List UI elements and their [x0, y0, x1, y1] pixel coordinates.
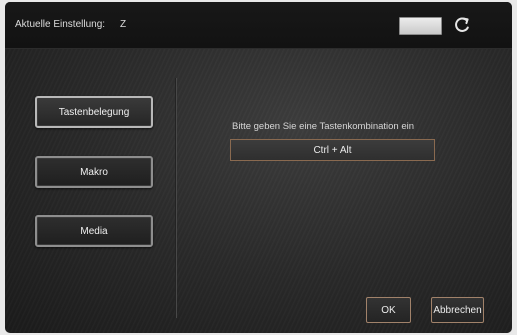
nav-button-label: Media [80, 225, 108, 237]
current-setting-value: Z [120, 19, 127, 30]
cancel-button-label: Abbrechen [433, 304, 482, 316]
refresh-icon[interactable] [452, 15, 472, 35]
nav-button-makro[interactable]: Makro [35, 156, 153, 188]
vertical-divider [175, 78, 177, 318]
nav-button-media[interactable]: Media [35, 215, 153, 247]
settings-window: Aktuelle Einstellung: Z Tastenbelegung M… [5, 2, 512, 333]
setting-indicator-box [399, 17, 442, 35]
current-setting-label: Aktuelle Einstellung: [15, 19, 106, 30]
key-combination-value: Ctrl + Alt [313, 144, 352, 156]
key-combination-field[interactable]: Ctrl + Alt [230, 139, 435, 161]
nav-button-label: Tastenbelegung [58, 106, 130, 118]
cancel-button[interactable]: Abbrechen [431, 297, 484, 323]
header-bar: Aktuelle Einstellung: Z [5, 2, 512, 49]
key-combination-prompt: Bitte geben Sie eine Tastenkombination e… [232, 121, 415, 132]
ok-button-label: OK [381, 304, 396, 316]
nav-button-label: Makro [80, 166, 108, 178]
nav-button-tastenbelegung[interactable]: Tastenbelegung [35, 96, 153, 128]
ok-button[interactable]: OK [366, 297, 411, 323]
